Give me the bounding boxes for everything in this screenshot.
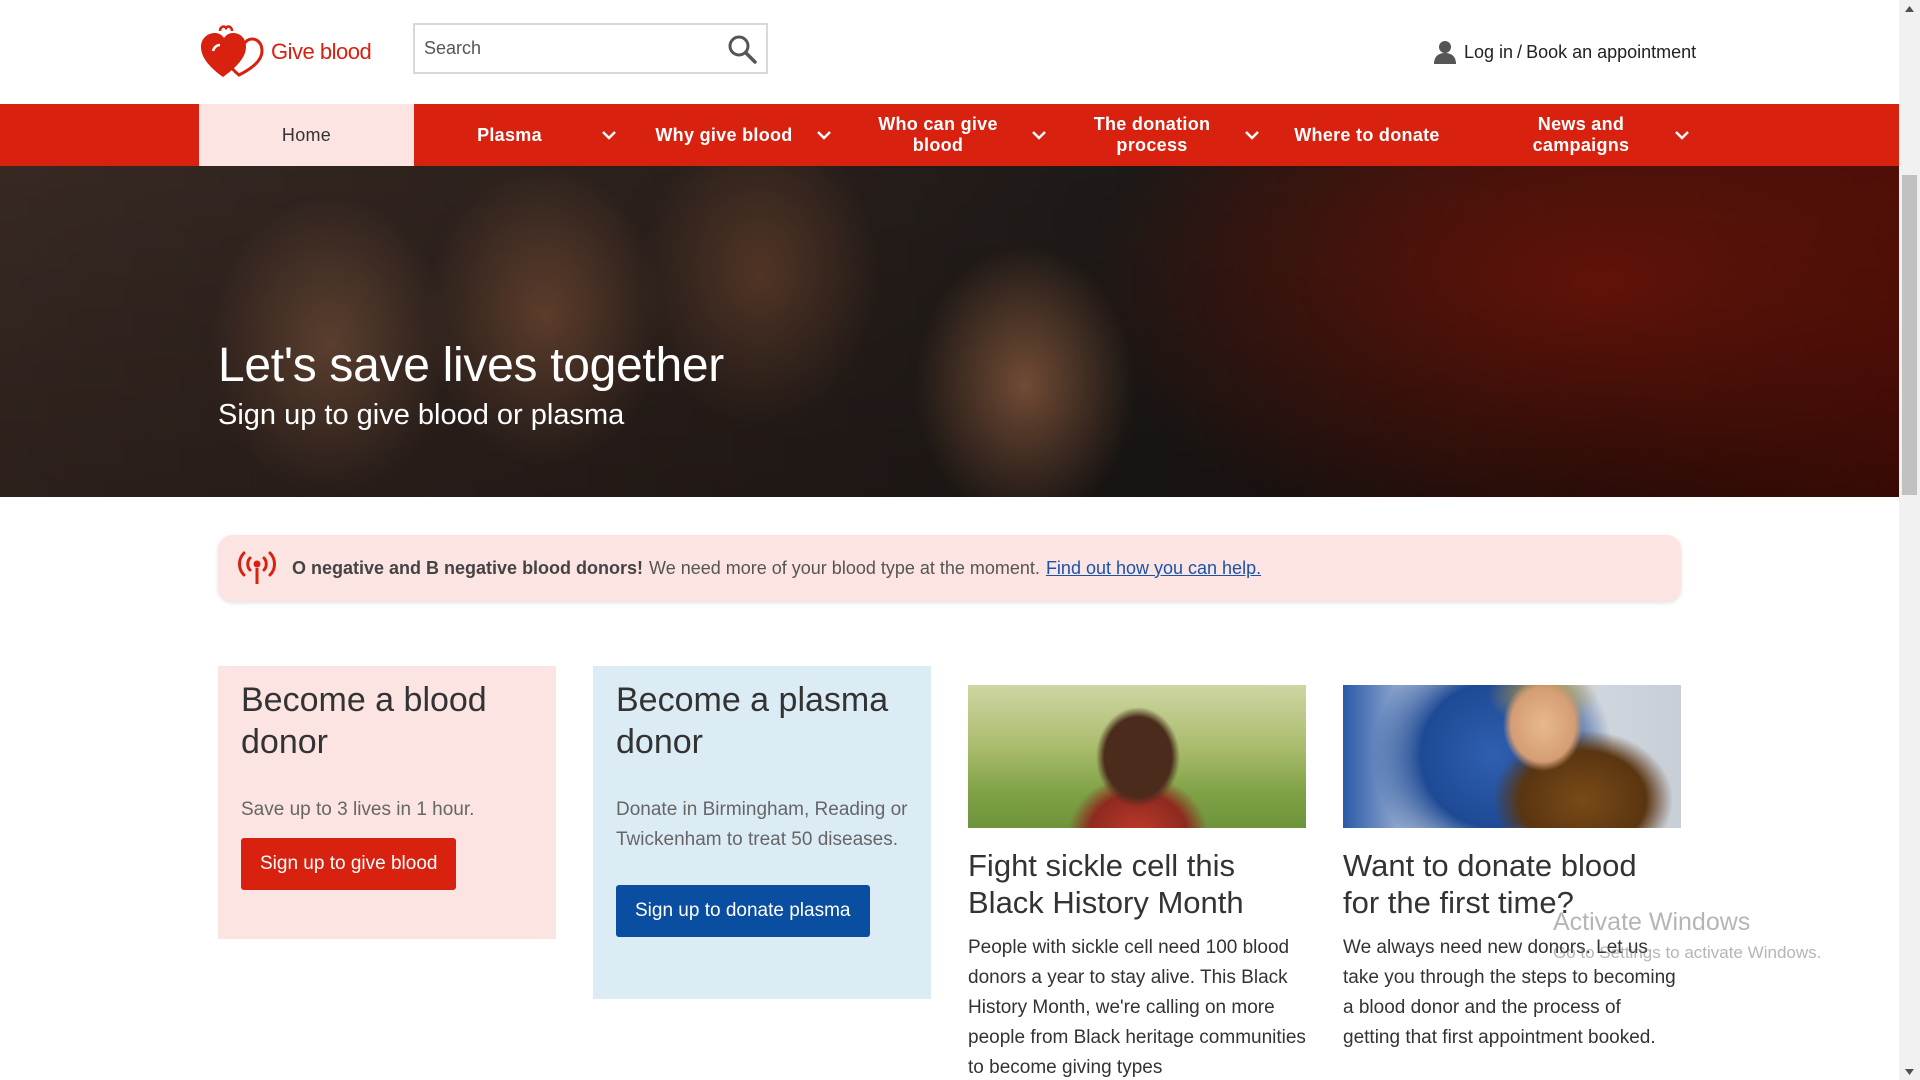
blood-card-text: Save up to 3 lives in 1 hour. (241, 799, 475, 820)
search-box (413, 23, 768, 74)
caret-up-icon (1905, 5, 1914, 12)
nav-plasma[interactable]: Plasma (414, 104, 605, 166)
caret-down-icon (1905, 1068, 1914, 1075)
user-icon (1434, 41, 1456, 64)
article-sickle-cell[interactable]: Fight sickle cell this Black History Mon… (968, 685, 1306, 1080)
nav-news-chevron[interactable] (1670, 104, 1694, 166)
article-title[interactable]: Fight sickle cell this Black History Mon… (968, 847, 1306, 921)
hero-banner: Let's save lives together Sign up to giv… (0, 166, 1899, 497)
scrollbar-thumb[interactable] (1902, 175, 1917, 495)
blood-type-alert: O negative and B negative blood donors! … (218, 535, 1681, 601)
nav-why-chevron[interactable] (812, 104, 836, 166)
article-image-donor[interactable] (1343, 685, 1681, 828)
hero-subtitle: Sign up to give blood or plasma (218, 399, 625, 431)
login-separator: / (1517, 41, 1523, 62)
search-button[interactable] (726, 33, 758, 65)
plasma-donor-card: Become a plasma donor Donate in Birmingh… (593, 666, 931, 999)
alert-heading: O negative and B negative blood donors! (292, 557, 644, 578)
main-nav: Home Plasma Why give blood Who can give … (0, 104, 1899, 166)
watermark-title: Activate Windows (1553, 908, 1751, 936)
vertical-scrollbar[interactable] (1899, 0, 1920, 1080)
nav-where-to-donate[interactable]: Where to donate (1280, 104, 1454, 166)
activate-windows-watermark: Activate Windows Go to Settings to activ… (1553, 908, 1821, 963)
plasma-card-title: Become a plasma donor (616, 681, 889, 761)
scroll-down-button[interactable] (1899, 1063, 1920, 1080)
broadcast-icon (238, 551, 276, 584)
blood-donor-card: Become a blood donor Save up to 3 lives … (218, 666, 556, 939)
watermark-subtitle: Go to Settings to activate Windows. (1553, 943, 1822, 962)
nav-who-can-give[interactable]: Who can give blood (862, 104, 1014, 166)
scroll-up-button[interactable] (1899, 0, 1920, 17)
logo-text: Give blood (271, 39, 372, 64)
search-input[interactable] (415, 25, 705, 72)
nav-plasma-chevron[interactable] (597, 104, 621, 166)
nav-who-chevron[interactable] (1027, 104, 1051, 166)
search-icon (728, 35, 757, 64)
article-text: People with sickle cell need 100 blood d… (968, 937, 1306, 1078)
chevron-down-icon (1032, 131, 1046, 140)
site-header: Give blood Log in / Book an appointment (0, 0, 1899, 104)
article-image-child[interactable] (968, 685, 1306, 828)
nav-home[interactable]: Home (199, 104, 414, 166)
sign-up-give-blood-button[interactable]: Sign up to give blood (241, 838, 457, 890)
heart-logo-icon (201, 25, 264, 77)
hero-image (0, 166, 1899, 497)
nav-why-give-blood[interactable]: Why give blood (630, 104, 818, 166)
article-first-time[interactable]: Want to donate blood for the first time?… (1343, 685, 1681, 1053)
chevron-down-icon (1675, 131, 1689, 140)
blood-card-title: Become a blood donor (241, 681, 487, 761)
book-appointment-link[interactable]: Book an appointment (1526, 42, 1696, 63)
login-link[interactable]: Log in (1464, 42, 1513, 63)
chevron-down-icon (1245, 131, 1259, 140)
nav-process-chevron[interactable] (1240, 104, 1264, 166)
nav-donation-process[interactable]: The donation process (1076, 104, 1228, 166)
chevron-down-icon (817, 131, 831, 140)
account-links: Log in / Book an appointment (1434, 40, 1696, 64)
nav-news-campaigns[interactable]: News and campaigns (1502, 104, 1660, 166)
sign-up-donate-plasma-button[interactable]: Sign up to donate plasma (616, 885, 870, 937)
alert-text: We need more of your blood type at the m… (649, 557, 1040, 578)
plasma-card-text: Donate in Birmingham, Reading or Twicken… (616, 799, 908, 850)
give-blood-logo[interactable]: Give blood (199, 25, 372, 79)
chevron-down-icon (602, 131, 616, 140)
alert-help-link[interactable]: Find out how you can help. (1046, 558, 1261, 579)
hero-title: Let's save lives together (218, 339, 724, 392)
